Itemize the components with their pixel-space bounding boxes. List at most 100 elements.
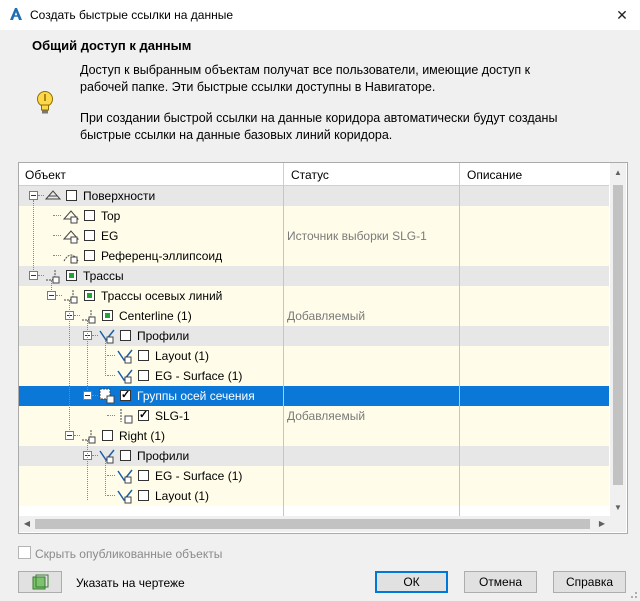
tree-row[interactable]: Top bbox=[19, 206, 609, 226]
row-checkbox[interactable] bbox=[66, 270, 77, 281]
tree-row[interactable]: Референц-эллипсоид bbox=[19, 246, 609, 266]
scroll-down-arrow-icon[interactable]: ▼ bbox=[610, 500, 626, 516]
tree-row[interactable]: Трассы осевых линий bbox=[19, 286, 609, 306]
row-checkbox[interactable] bbox=[84, 250, 95, 261]
row-checkbox[interactable] bbox=[102, 430, 113, 441]
column-description[interactable]: Описание bbox=[467, 168, 522, 182]
close-button[interactable]: ✕ bbox=[604, 0, 640, 30]
header-paragraph-2-line-1: При создании быстрой ссылки на данные ко… bbox=[80, 111, 558, 125]
resize-grip-icon[interactable] bbox=[628, 589, 638, 599]
tree-row[interactable]: Поверхности bbox=[19, 186, 609, 206]
alignment-icon bbox=[82, 430, 96, 444]
sample-line-icon bbox=[120, 409, 133, 424]
tree-connector bbox=[74, 315, 80, 316]
row-checkbox[interactable] bbox=[138, 408, 149, 421]
row-label: Референц-эллипсоид bbox=[101, 249, 223, 263]
vertical-scroll-thumb[interactable] bbox=[613, 185, 623, 485]
row-label: EG - Surface (1) bbox=[155, 469, 243, 483]
horizontal-scroll-thumb[interactable] bbox=[35, 519, 590, 529]
horizontal-scrollbar[interactable]: ◀ ▶ bbox=[19, 516, 610, 532]
cancel-button[interactable]: Отмена bbox=[464, 571, 537, 593]
row-checkbox[interactable] bbox=[138, 350, 149, 361]
pick-in-drawing-button[interactable] bbox=[18, 571, 62, 593]
help-button[interactable]: Справка bbox=[553, 571, 626, 593]
row-label: SLG-1 bbox=[155, 409, 190, 423]
collapse-toggle-icon[interactable] bbox=[29, 191, 38, 200]
tree-row[interactable]: EG Источник выборки SLG-1 bbox=[19, 226, 609, 246]
checkbox-box[interactable] bbox=[18, 546, 31, 559]
tree-connector bbox=[33, 200, 34, 270]
tree-connector bbox=[87, 320, 88, 390]
tree-row[interactable]: Профили bbox=[19, 326, 609, 346]
row-label: EG bbox=[101, 229, 119, 243]
column-object[interactable]: Объект bbox=[25, 168, 66, 182]
column-grid-line bbox=[459, 186, 460, 516]
vertical-scrollbar[interactable]: ▲ ▼ bbox=[610, 163, 626, 516]
column-grid-line bbox=[283, 186, 284, 516]
tree-row[interactable]: Centerline (1) Добавляемый bbox=[19, 306, 609, 326]
surface-icon bbox=[63, 230, 79, 244]
row-checkbox[interactable] bbox=[138, 370, 149, 381]
tree-row[interactable]: Layout (1) bbox=[19, 486, 609, 506]
tree-connector bbox=[107, 415, 115, 416]
tree-row-selected[interactable]: Группы осей сечения bbox=[19, 386, 609, 406]
row-label: Поверхности bbox=[83, 189, 156, 203]
profile-icon bbox=[117, 349, 133, 364]
collapse-toggle-icon[interactable] bbox=[65, 431, 74, 440]
row-checkbox[interactable] bbox=[84, 210, 95, 221]
tree-row[interactable]: SLG-1 Добавляемый bbox=[19, 406, 609, 426]
row-status: Источник выборки SLG-1 bbox=[287, 229, 427, 243]
scroll-up-arrow-icon[interactable]: ▲ bbox=[610, 165, 626, 181]
collapse-toggle-icon[interactable] bbox=[29, 271, 38, 280]
tree-row[interactable]: Right (1) bbox=[19, 426, 609, 446]
row-checkbox[interactable] bbox=[84, 290, 95, 301]
profile-icon bbox=[117, 469, 133, 484]
row-label: Right (1) bbox=[119, 429, 166, 443]
row-checkbox[interactable] bbox=[138, 490, 149, 501]
row-checkbox[interactable] bbox=[120, 450, 131, 461]
row-status: Добавляемый bbox=[287, 309, 366, 323]
lightbulb-icon bbox=[37, 91, 53, 114]
tree-row[interactable]: EG - Surface (1) bbox=[19, 366, 609, 386]
tree-connector bbox=[105, 460, 106, 496]
row-label: Layout (1) bbox=[155, 489, 210, 503]
tree-connector bbox=[38, 195, 44, 196]
tree-row[interactable]: Трассы bbox=[19, 266, 609, 286]
column-status[interactable]: Статус bbox=[291, 168, 329, 182]
sample-lines-icon bbox=[99, 388, 115, 404]
profile-icon bbox=[117, 489, 133, 504]
row-label: Трассы bbox=[83, 269, 124, 283]
surface-icon bbox=[63, 210, 79, 224]
alignment-icon bbox=[82, 310, 96, 324]
column-divider[interactable] bbox=[459, 163, 460, 185]
ok-button[interactable]: ОК bbox=[375, 571, 448, 593]
row-checkbox[interactable] bbox=[102, 310, 113, 321]
hide-published-label: Скрыть опубликованные объекты bbox=[35, 547, 223, 561]
tree-connector bbox=[107, 495, 115, 496]
tree-connector bbox=[56, 295, 62, 296]
tree-row[interactable]: Layout (1) bbox=[19, 346, 609, 366]
objects-tree[interactable]: Объект Статус Описание Поверхности Top E… bbox=[18, 162, 628, 534]
row-checkbox[interactable] bbox=[84, 230, 95, 241]
scroll-right-arrow-icon[interactable]: ▶ bbox=[594, 516, 610, 532]
tree-connector bbox=[107, 355, 115, 356]
row-label: Layout (1) bbox=[155, 349, 210, 363]
tree-connector bbox=[87, 440, 88, 500]
tree-connector bbox=[53, 255, 61, 256]
tree-rows: Поверхности Top EG Источник выборки SLG-… bbox=[19, 186, 609, 516]
row-checkbox[interactable] bbox=[120, 388, 131, 401]
row-checkbox[interactable] bbox=[66, 190, 77, 201]
tree-connector bbox=[107, 375, 115, 376]
column-divider[interactable] bbox=[283, 163, 284, 185]
scroll-left-arrow-icon[interactable]: ◀ bbox=[19, 516, 35, 532]
tree-row[interactable]: Профили bbox=[19, 446, 609, 466]
tree-row[interactable]: EG - Surface (1) bbox=[19, 466, 609, 486]
civil3d-app-icon bbox=[10, 8, 22, 20]
hide-published-checkbox[interactable]: Скрыть опубликованные объекты bbox=[18, 546, 222, 561]
row-label: EG - Surface (1) bbox=[155, 369, 243, 383]
alignments-icon bbox=[46, 270, 60, 284]
row-checkbox[interactable] bbox=[138, 470, 149, 481]
row-checkbox[interactable] bbox=[120, 330, 131, 341]
collapse-toggle-icon[interactable] bbox=[83, 391, 92, 400]
collapse-toggle-icon[interactable] bbox=[47, 291, 56, 300]
